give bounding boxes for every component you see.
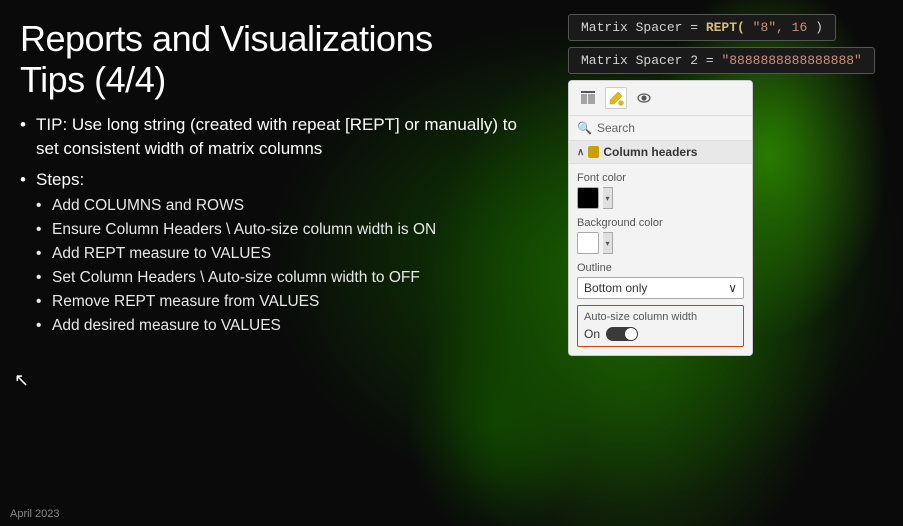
bullet-tip: TIP: Use long string (created with repea… bbox=[20, 113, 536, 161]
pbi-search-bar[interactable]: 🔍 Search bbox=[569, 116, 752, 141]
search-icon: 🔍 bbox=[577, 121, 592, 135]
step-3: Add REPT measure to VALUES bbox=[36, 244, 536, 265]
outline-section: Outline Bottom only ∨ bbox=[577, 262, 744, 299]
formula-box-2: Matrix Spacer 2 = "8888888888888888" bbox=[568, 47, 875, 74]
step-5: Remove REPT measure from VALUES bbox=[36, 292, 536, 313]
section-column-headers[interactable]: ∧ Column headers bbox=[569, 141, 752, 164]
formula1-label: Matrix Spacer = bbox=[581, 20, 706, 35]
toggle-thumb bbox=[625, 328, 637, 340]
search-label: Search bbox=[597, 121, 635, 135]
eye-icon[interactable] bbox=[633, 87, 655, 109]
chevron-icon: ∧ bbox=[577, 147, 584, 158]
formula2-value: "8888888888888888" bbox=[721, 53, 861, 68]
pbi-panel: 🔍 Search ∧ Column headers Font color ▾ B… bbox=[568, 80, 753, 356]
formula-box-1: Matrix Spacer = REPT( "8", 16 ) bbox=[568, 14, 836, 41]
bg-color-dropdown[interactable]: ▾ bbox=[603, 232, 613, 254]
section-label: Column headers bbox=[603, 145, 697, 159]
bullet-tip-text: TIP: Use long string (created with repea… bbox=[36, 115, 517, 158]
font-color-swatch[interactable]: ▾ bbox=[577, 187, 744, 209]
steps-list: Add COLUMNS and ROWS Ensure Column Heade… bbox=[36, 196, 536, 337]
toggle-track[interactable] bbox=[606, 327, 638, 341]
step-6: Add desired measure to VALUES bbox=[36, 316, 536, 337]
font-color-box[interactable] bbox=[577, 187, 599, 209]
bg-color-box[interactable] bbox=[577, 232, 599, 254]
bg-color-label: Background color bbox=[577, 217, 744, 229]
bullet-steps: Steps: Add COLUMNS and ROWS Ensure Colum… bbox=[20, 168, 536, 336]
main-bullets: TIP: Use long string (created with repea… bbox=[20, 113, 536, 337]
toggle-on-label: On bbox=[584, 327, 600, 341]
table-icon[interactable] bbox=[577, 87, 599, 109]
step-2: Ensure Column Headers \ Auto-size column… bbox=[36, 220, 536, 241]
cursor-arrow: ↖ bbox=[14, 370, 29, 391]
formula1-func: REPT( bbox=[706, 20, 745, 35]
main-title: Reports and Visualizations Tips (4/4) bbox=[20, 18, 536, 101]
outline-dropdown[interactable]: Bottom only ∨ bbox=[577, 277, 744, 299]
paint-icon[interactable] bbox=[605, 87, 627, 109]
outline-chevron-icon: ∨ bbox=[728, 281, 737, 295]
font-color-label: Font color bbox=[577, 172, 744, 184]
step-4: Set Column Headers \ Auto-size column wi… bbox=[36, 268, 536, 289]
step-1: Add COLUMNS and ROWS bbox=[36, 196, 536, 217]
formula2-label: Matrix Spacer 2 = bbox=[581, 53, 721, 68]
left-panel: Reports and Visualizations Tips (4/4) TI… bbox=[0, 0, 560, 526]
autosize-label: Auto-size column width bbox=[584, 311, 737, 323]
bg-color-swatch[interactable]: ▾ bbox=[577, 232, 744, 254]
right-panel: Matrix Spacer = REPT( "8", 16 ) Matrix S… bbox=[560, 0, 903, 526]
pbi-panel-body: Font color ▾ Background color ▾ Outline … bbox=[569, 164, 752, 355]
section-badge bbox=[588, 146, 599, 158]
font-color-dropdown[interactable]: ▾ bbox=[603, 187, 613, 209]
formula1-arg: "8", 16 bbox=[745, 20, 815, 35]
formula1-close: ) bbox=[815, 20, 823, 35]
pbi-toolbar bbox=[569, 81, 752, 116]
autosize-section: Auto-size column width On bbox=[577, 305, 744, 347]
outline-label: Outline bbox=[577, 262, 744, 274]
title-line1: Reports and Visualizations bbox=[20, 18, 433, 59]
title-line2: Tips (4/4) bbox=[20, 59, 166, 100]
slide-number: April 2023 bbox=[10, 508, 60, 520]
steps-label: Steps: bbox=[36, 170, 84, 189]
outline-value: Bottom only bbox=[584, 281, 647, 295]
toggle-row[interactable]: On bbox=[584, 327, 737, 341]
